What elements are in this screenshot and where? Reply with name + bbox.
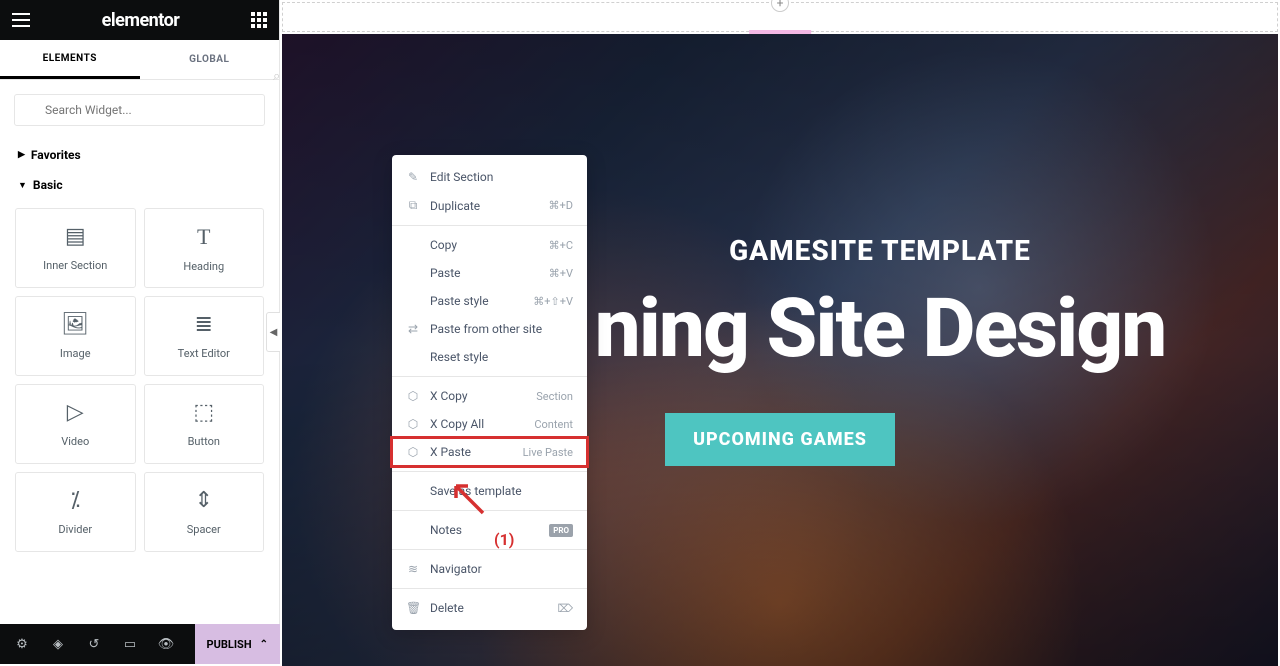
menu-paste-style[interactable]: Paste style⌘+⇧+V: [392, 287, 587, 315]
empty-section[interactable]: +: [282, 2, 1278, 32]
trash-icon: 🗑: [406, 601, 420, 615]
widget-video[interactable]: ▷Video: [15, 384, 136, 464]
widget-grid: ▤Inner Section THeading 🖼Image ≣Text Edi…: [0, 200, 279, 560]
responsive-icon[interactable]: ▭: [112, 624, 148, 664]
delete-key-icon: ⌦: [557, 602, 573, 615]
settings-icon[interactable]: ⚙: [4, 624, 40, 664]
menu-notes[interactable]: NotesPRO: [392, 516, 587, 544]
tab-global[interactable]: GLOBAL: [140, 40, 280, 79]
pencil-icon: ✎: [406, 170, 420, 184]
widget-text-editor[interactable]: ≣Text Editor: [144, 296, 265, 376]
context-menu: ✎Edit Section ⧉Duplicate⌘+D Copy⌘+C Past…: [392, 155, 587, 630]
history-icon[interactable]: ↺: [76, 624, 112, 664]
widget-heading[interactable]: THeading: [144, 208, 265, 288]
menu-duplicate[interactable]: ⧉Duplicate⌘+D: [392, 191, 587, 220]
hexagon-icon: ⬡: [406, 445, 420, 459]
divider: [392, 549, 587, 550]
columns-icon: ▤: [65, 224, 86, 249]
widget-spacer[interactable]: ⇕Spacer: [144, 472, 265, 552]
menu-edit-section[interactable]: ✎Edit Section: [392, 163, 587, 191]
tab-elements[interactable]: ELEMENTS: [0, 40, 140, 79]
apps-icon[interactable]: [251, 12, 267, 28]
text-icon: T: [197, 224, 210, 250]
sidebar-panel: elementor ELEMENTS GLOBAL ⌕ ▶Favorites ▼…: [0, 0, 280, 624]
search-input[interactable]: [14, 94, 265, 126]
revisions-icon[interactable]: ◈: [40, 624, 76, 664]
chevron-down-icon: ▼: [18, 180, 27, 191]
sidebar-header: elementor: [0, 0, 279, 40]
upcoming-games-button[interactable]: UPCOMING GAMES: [665, 413, 895, 466]
widget-inner-section[interactable]: ▤Inner Section: [15, 208, 136, 288]
menu-paste[interactable]: Paste⌘+V: [392, 259, 587, 287]
lines-icon: ≣: [195, 312, 213, 337]
play-icon: ▷: [67, 400, 84, 425]
widget-image[interactable]: 🖼Image: [15, 296, 136, 376]
divider: [392, 376, 587, 377]
chevron-right-icon: ▶: [18, 150, 25, 160]
hero-title: ning Site Design: [595, 281, 1166, 377]
menu-delete[interactable]: 🗑Delete⌦: [392, 594, 587, 622]
menu-x-paste[interactable]: ⬡X PasteLive Paste: [392, 438, 587, 466]
hexagon-icon: ⬡: [406, 389, 420, 403]
hexagon-icon: ⬡: [406, 417, 420, 431]
publish-button[interactable]: PUBLISH⌃: [195, 624, 280, 664]
annotation-label: (1): [494, 530, 514, 549]
cursor-icon: ⬚: [193, 400, 214, 425]
layers-icon: ≋: [406, 562, 420, 576]
collapse-panel-button[interactable]: ◀: [266, 312, 280, 352]
menu-copy[interactable]: Copy⌘+C: [392, 231, 587, 259]
hero-subtitle: GAMESITE TEMPLATE: [729, 234, 1031, 267]
bottom-bar: ⚙ ◈ ↺ ▭ 👁 PUBLISH⌃: [0, 624, 280, 664]
divider-icon: ⁒: [70, 488, 80, 513]
add-section-icon[interactable]: +: [771, 0, 789, 12]
menu-x-copy[interactable]: ⬡X CopySection: [392, 382, 587, 410]
category-favorites[interactable]: ▶Favorites: [0, 140, 279, 170]
menu-paste-other-site[interactable]: ⇄Paste from other site: [392, 315, 587, 343]
transfer-icon: ⇄: [406, 322, 420, 336]
divider: [392, 588, 587, 589]
menu-x-copy-all[interactable]: ⬡X Copy AllContent: [392, 410, 587, 438]
logo: elementor: [102, 10, 180, 31]
divider: [392, 225, 587, 226]
divider: [392, 471, 587, 472]
category-basic[interactable]: ▼Basic: [0, 170, 279, 200]
search-container: ⌕: [0, 80, 279, 140]
widget-divider[interactable]: ⁒Divider: [15, 472, 136, 552]
spacer-icon: ⇕: [195, 488, 213, 513]
menu-navigator[interactable]: ≋Navigator: [392, 555, 587, 583]
widget-button[interactable]: ⬚Button: [144, 384, 265, 464]
pro-badge: PRO: [549, 524, 573, 537]
menu-reset-style[interactable]: Reset style: [392, 343, 587, 371]
duplicate-icon: ⧉: [406, 198, 420, 213]
divider: [392, 510, 587, 511]
chevron-up-icon: ⌃: [260, 639, 268, 650]
image-icon: 🖼: [61, 312, 89, 337]
menu-icon[interactable]: [12, 13, 30, 27]
menu-save-template[interactable]: Save as template: [392, 477, 587, 505]
panel-tabs: ELEMENTS GLOBAL: [0, 40, 279, 80]
preview-icon[interactable]: 👁: [148, 624, 184, 664]
